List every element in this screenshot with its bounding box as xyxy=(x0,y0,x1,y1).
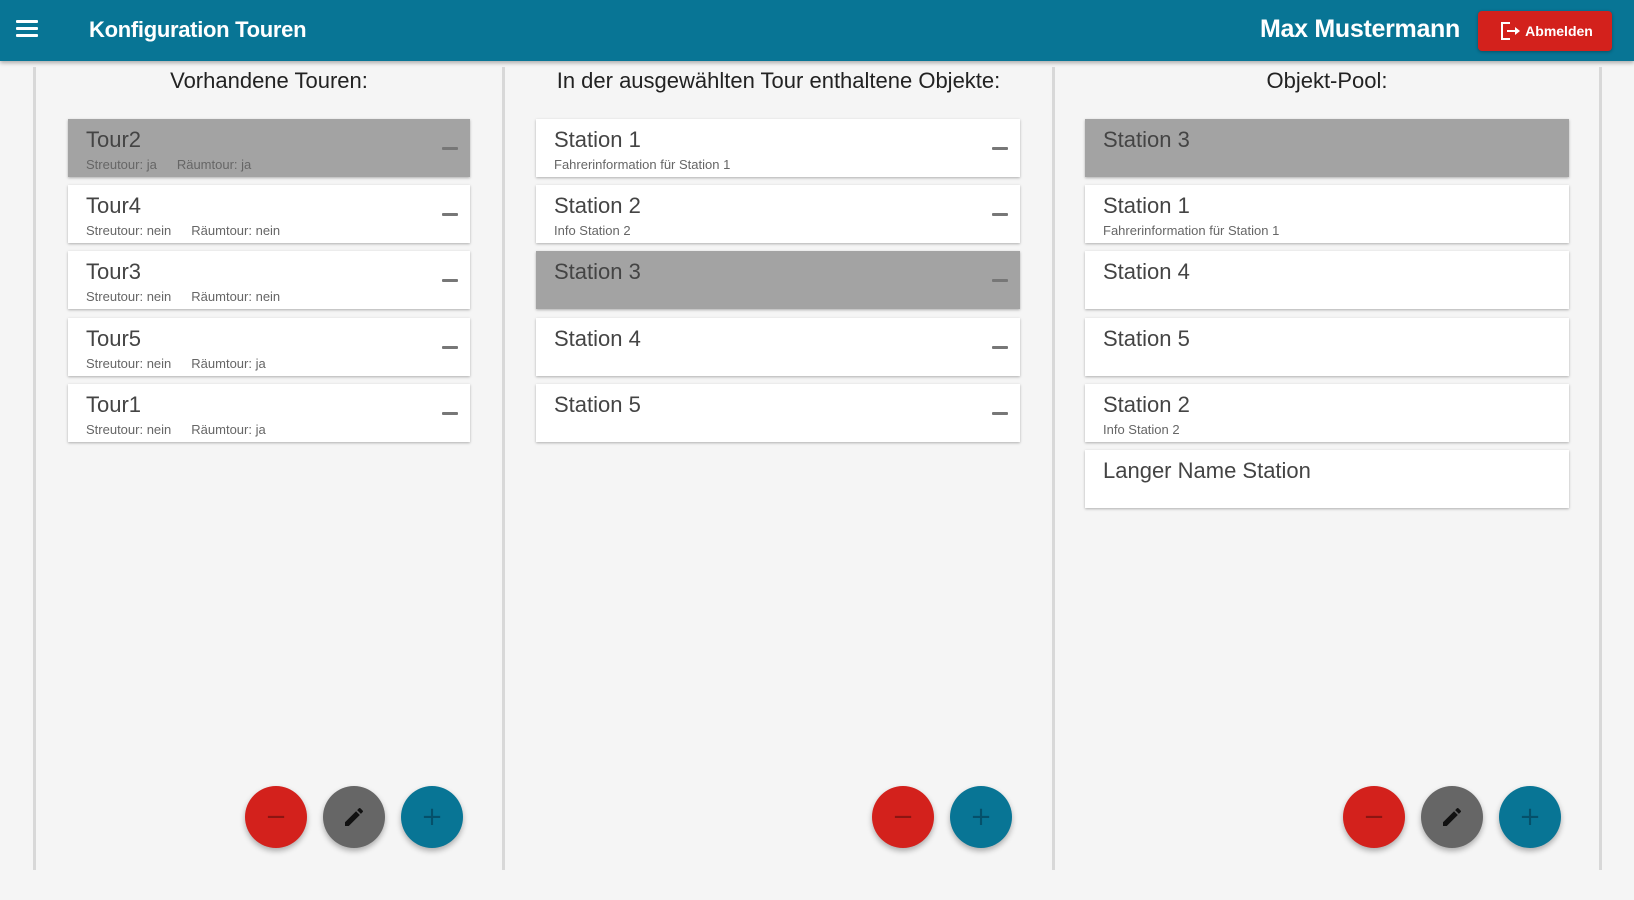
column-divider xyxy=(1052,67,1055,870)
pool-object-card[interactable]: Station 5 xyxy=(1085,318,1569,376)
station-name: Station 4 xyxy=(554,326,641,351)
streutour-value: Streutour: nein xyxy=(86,356,172,371)
add-tour-button[interactable]: + xyxy=(401,786,463,848)
tour-name: Tour1 xyxy=(86,392,142,417)
station-name: Langer Name Station xyxy=(1103,458,1311,483)
station-name: Station 4 xyxy=(1103,259,1190,284)
edit-tour-button[interactable] xyxy=(323,786,385,848)
tour-objects-column-title: In der ausgewählten Tour enthaltene Obje… xyxy=(556,68,1001,93)
station-name: Station 5 xyxy=(554,392,641,417)
raeumtour-value: Räumtour: ja xyxy=(176,157,252,172)
column-divider xyxy=(1599,67,1602,870)
tour-card[interactable]: Tour5 Streutour: nein Räumtour: ja xyxy=(68,318,470,376)
tour-object-card[interactable]: Station 5 xyxy=(536,384,1020,442)
station-name: Station 3 xyxy=(1103,127,1190,152)
streutour-value: Streutour: nein xyxy=(86,223,172,238)
logout-label: Abmelden xyxy=(1525,23,1593,39)
plus-icon: + xyxy=(1519,802,1541,832)
tour-card[interactable]: Tour4 Streutour: nein Räumtour: nein xyxy=(68,185,470,243)
hamburger-menu-icon[interactable] xyxy=(14,20,40,40)
user-name: Max Mustermann xyxy=(1259,15,1460,43)
raeumtour-value: Räumtour: ja xyxy=(191,356,266,371)
tour-name: Tour3 xyxy=(86,259,142,284)
pool-column-title: Objekt-Pool: xyxy=(1266,68,1388,93)
minus-icon: − xyxy=(265,802,287,832)
remove-tour-icon[interactable] xyxy=(440,270,460,290)
pool-object-card[interactable]: Langer Name Station xyxy=(1085,450,1569,508)
column-divider xyxy=(502,67,505,870)
delete-pool-object-button[interactable]: − xyxy=(1343,786,1405,848)
remove-object-icon[interactable] xyxy=(990,337,1010,357)
remove-tour-icon[interactable] xyxy=(440,337,460,357)
remove-object-button[interactable]: − xyxy=(872,786,934,848)
tour-object-card[interactable]: Station 1 Fahrerinformation für Station … xyxy=(536,119,1020,177)
edit-pool-object-button[interactable] xyxy=(1421,786,1483,848)
logout-icon xyxy=(1501,22,1521,40)
minus-icon: − xyxy=(892,802,914,832)
page-title: Konfiguration Touren xyxy=(89,17,307,42)
tour-object-card[interactable]: Station 4 xyxy=(536,318,1020,376)
column-divider xyxy=(33,67,36,870)
pool-object-card[interactable]: Station 1 Fahrerinformation für Station … xyxy=(1085,185,1569,243)
remove-object-icon[interactable] xyxy=(990,138,1010,158)
tour-details: Streutour: nein Räumtour: nein xyxy=(86,223,280,238)
tour-name: Tour4 xyxy=(86,193,142,218)
remove-object-icon[interactable] xyxy=(990,403,1010,423)
streutour-value: Streutour: nein xyxy=(86,422,172,437)
logout-button[interactable]: Abmelden xyxy=(1478,11,1612,51)
station-name: Station 5 xyxy=(1103,326,1190,351)
plus-icon: + xyxy=(970,802,992,832)
remove-tour-icon[interactable] xyxy=(440,138,460,158)
station-info: Info Station 2 xyxy=(554,223,631,238)
station-info: Fahrerinformation für Station 1 xyxy=(1103,223,1280,238)
station-name: Station 2 xyxy=(554,193,641,218)
streutour-value: Streutour: nein xyxy=(86,289,172,304)
tour-object-card[interactable]: Station 2 Info Station 2 xyxy=(536,185,1020,243)
station-name: Station 3 xyxy=(554,259,641,284)
tour-details: Streutour: nein Räumtour: ja xyxy=(86,356,266,371)
minus-icon: − xyxy=(1363,802,1385,832)
add-object-button[interactable]: + xyxy=(950,786,1012,848)
station-info: Fahrerinformation für Station 1 xyxy=(554,157,731,172)
tour-object-card[interactable]: Station 3 xyxy=(536,251,1020,309)
station-name: Station 1 xyxy=(1103,193,1190,218)
remove-tour-icon[interactable] xyxy=(440,403,460,423)
pool-object-card[interactable]: Station 3 xyxy=(1085,119,1569,177)
station-name: Station 1 xyxy=(554,127,641,152)
add-pool-object-button[interactable]: + xyxy=(1499,786,1561,848)
plus-icon: + xyxy=(421,802,443,832)
tour-card[interactable]: Tour3 Streutour: nein Räumtour: nein xyxy=(68,251,470,309)
tour-card[interactable]: Tour1 Streutour: nein Räumtour: ja xyxy=(68,384,470,442)
top-app-bar: Konfiguration Touren Max Mustermann Abme… xyxy=(0,0,1634,61)
tour-details: Streutour: nein Räumtour: ja xyxy=(86,422,266,437)
remove-object-icon[interactable] xyxy=(990,204,1010,224)
remove-tour-icon[interactable] xyxy=(440,204,460,224)
tour-card[interactable]: Tour2 Streutour: ja Räumtour: ja xyxy=(68,119,470,177)
station-info: Info Station 2 xyxy=(1103,422,1180,437)
raeumtour-value: Räumtour: ja xyxy=(191,422,266,437)
tour-details: Streutour: ja Räumtour: ja xyxy=(86,157,251,172)
streutour-value: Streutour: ja xyxy=(86,157,157,172)
tour-details: Streutour: nein Räumtour: nein xyxy=(86,289,280,304)
tour-name: Tour2 xyxy=(86,127,142,152)
station-name: Station 2 xyxy=(1103,392,1190,417)
pencil-icon xyxy=(1443,807,1462,826)
pool-object-card[interactable]: Station 4 xyxy=(1085,251,1569,309)
tour-name: Tour5 xyxy=(86,326,142,351)
pool-object-card[interactable]: Station 2 Info Station 2 xyxy=(1085,384,1569,442)
raeumtour-value: Räumtour: nein xyxy=(191,289,281,304)
delete-tour-button[interactable]: − xyxy=(245,786,307,848)
raeumtour-value: Räumtour: nein xyxy=(191,223,281,238)
remove-object-icon[interactable] xyxy=(990,270,1010,290)
pencil-icon xyxy=(345,807,364,826)
tours-column-title: Vorhandene Touren: xyxy=(170,68,368,93)
